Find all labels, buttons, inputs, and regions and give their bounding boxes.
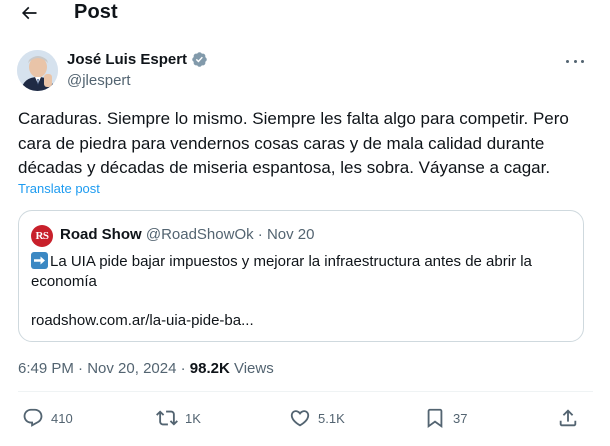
repost-count: 1K: [185, 410, 201, 426]
dot-icon: [566, 59, 569, 63]
reply-count: 410: [51, 410, 73, 426]
arrow-left-icon: [21, 6, 37, 20]
tweet-text: Caraduras. Siempre lo mismo. Siempre les…: [18, 107, 593, 181]
dot-icon: [573, 59, 577, 63]
arrow-right-icon: [31, 252, 48, 269]
repost-button[interactable]: 1K: [156, 403, 201, 433]
quote-header: Road Show @RoadShowOk · Nov 20: [60, 226, 315, 243]
quote-text-line: La UIA pide bajar impuestos y mejorar la…: [31, 252, 571, 272]
quote-date[interactable]: Nov 20: [267, 226, 315, 243]
page-title: Post: [74, 1, 118, 23]
repost-icon: [156, 410, 178, 426]
like-button[interactable]: 5.1K: [289, 403, 345, 433]
action-bar: 410 1K 5.1K 37: [0, 403, 610, 435]
share-icon: [559, 409, 577, 427]
bookmark-button[interactable]: 37: [424, 403, 467, 433]
avatar[interactable]: [17, 50, 58, 91]
quote-text-line2: economía: [31, 273, 97, 290]
quoted-post-card[interactable]: RS Road Show @RoadShowOk · Nov 20 La UIA…: [18, 210, 584, 342]
divider: [18, 391, 593, 392]
translate-post-link[interactable]: Translate post: [18, 181, 100, 196]
quote-separator: ·: [253, 226, 267, 243]
quote-author-name[interactable]: Road Show: [60, 226, 142, 243]
quote-link[interactable]: roadshow.com.ar/la-uia-pide-ba...: [31, 312, 254, 329]
share-button[interactable]: [557, 403, 579, 433]
quote-avatar[interactable]: RS: [31, 225, 53, 247]
post-time[interactable]: 6:49 PM: [18, 360, 74, 377]
meta-separator: ·: [73, 360, 88, 377]
quote-text: La UIA pide bajar impuestos y mejorar la…: [31, 252, 571, 292]
tweet-text-line: cara de piedra para vendernos cosas cara…: [18, 133, 545, 153]
bookmark-count: 37: [453, 410, 468, 426]
bookmark-icon: [427, 408, 443, 429]
more-options-button[interactable]: [563, 52, 587, 70]
meta-separator: ·: [176, 360, 190, 377]
dot-icon: [581, 59, 584, 63]
views-label: Views: [229, 360, 274, 377]
quote-text-line1: La UIA pide bajar impuestos y mejorar la…: [50, 253, 532, 270]
page-header: Post: [0, 0, 610, 28]
profile-photo-icon: [17, 50, 58, 91]
back-button[interactable]: [14, 0, 44, 26]
tweet-text-line: Caraduras. Siempre lo mismo. Siempre les…: [18, 109, 569, 128]
reply-icon: [23, 408, 43, 427]
post-meta: 6:49 PM · Nov 20, 2024 · 98.2K Views: [18, 360, 274, 377]
like-count: 5.1K: [318, 410, 345, 426]
post-date[interactable]: Nov 20, 2024: [87, 360, 176, 377]
views-count: 98.2K: [189, 360, 230, 377]
tweet-text-line: décadas y décadas de miseria espantosa, …: [18, 158, 551, 177]
verified-badge-icon[interactable]: [191, 51, 208, 68]
heart-icon: [290, 410, 310, 427]
author-name[interactable]: José Luis Espert: [67, 51, 208, 68]
author-handle[interactable]: @jlespert: [67, 72, 131, 89]
quote-author-handle: @RoadShowOk: [145, 226, 254, 243]
reply-button[interactable]: 410: [22, 403, 73, 433]
author-name-text[interactable]: José Luis Espert: [67, 51, 187, 68]
